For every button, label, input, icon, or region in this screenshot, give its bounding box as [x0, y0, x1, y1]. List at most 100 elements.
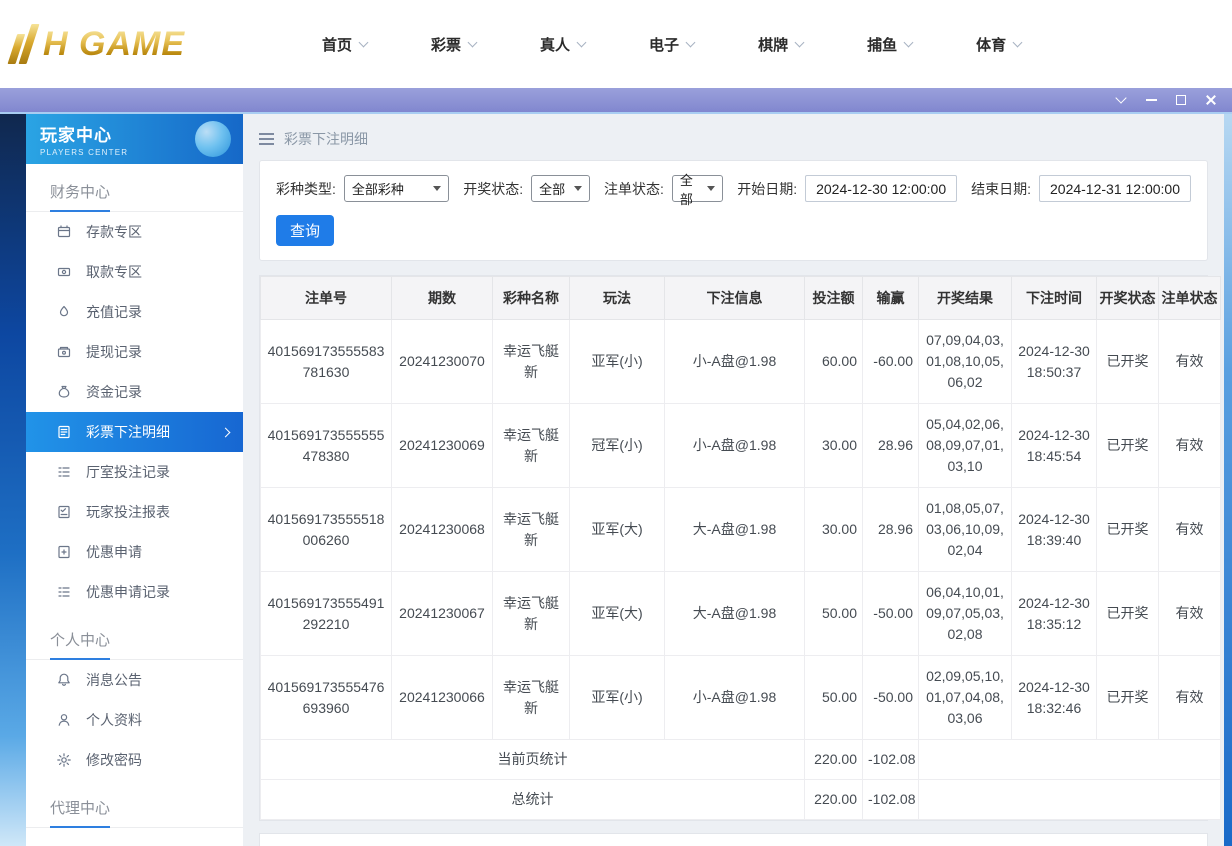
- sidebar-item-label: 资金记录: [86, 382, 142, 402]
- column-header: 玩法: [570, 277, 665, 320]
- nav-item-2[interactable]: 彩票: [431, 34, 476, 55]
- column-header: 开奖结果: [919, 277, 1012, 320]
- table-cell: 07,09,04,03,01,08,10,05,06,02: [919, 320, 1012, 404]
- table-cell: 亚军(小): [570, 656, 665, 740]
- sidebar-item-label: 充值记录: [86, 302, 142, 322]
- table-cell: 已开奖: [1097, 404, 1159, 488]
- query-button[interactable]: 查询: [276, 215, 334, 246]
- table-cell: 28.96: [863, 488, 919, 572]
- section-title-2: 个人中心: [26, 616, 243, 660]
- table-cell: -50.00: [863, 572, 919, 656]
- nav-item-4[interactable]: 电子: [649, 34, 694, 55]
- sidebar-item-hall-bet-records[interactable]: 厅室投注记录: [26, 452, 243, 492]
- lottery-type-select[interactable]: 全部彩种: [344, 175, 449, 202]
- table-cell: 幸运飞艇新: [493, 656, 570, 740]
- nav-item-7[interactable]: 体育: [976, 34, 1021, 55]
- table-cell: 30.00: [805, 404, 863, 488]
- breadcrumb: 彩票下注明细: [259, 126, 1208, 152]
- sidebar-item-funds-records[interactable]: 资金记录: [26, 372, 243, 412]
- nav-item-label: 棋牌: [758, 34, 788, 55]
- table-cell: 06,04,10,01,09,07,05,03,02,08: [919, 572, 1012, 656]
- sidebar-item-cashout-records[interactable]: 提现记录: [26, 332, 243, 372]
- table-cell: 20241230068: [392, 488, 493, 572]
- sidebar-item-recharge-records[interactable]: 充值记录: [26, 292, 243, 332]
- sidebar-item-lottery-bet-details[interactable]: 彩票下注明细: [26, 412, 243, 452]
- sidebar-item-deposit[interactable]: 存款专区: [26, 212, 243, 252]
- nav-item-6[interactable]: 捕鱼: [867, 34, 912, 55]
- table-cell: 幸运飞艇新: [493, 404, 570, 488]
- nav-item-label: 首页: [322, 34, 352, 55]
- order-status-select[interactable]: 全部: [672, 175, 723, 202]
- window-collapse-button[interactable]: [1106, 88, 1136, 112]
- table-cell: 亚军(大): [570, 488, 665, 572]
- sidebar-item-profile[interactable]: 个人资料: [26, 700, 243, 740]
- column-header: 下注信息: [665, 277, 805, 320]
- table-cell: 小-A盘@1.98: [665, 656, 805, 740]
- nav-item-label: 彩票: [431, 34, 461, 55]
- summary-bet-total: 220.00: [805, 780, 863, 820]
- table-cell: 401569173555555478380: [261, 404, 392, 488]
- close-icon: [1205, 94, 1217, 106]
- logo[interactable]: H GAME: [10, 24, 278, 64]
- table-cell: 亚军(小): [570, 320, 665, 404]
- table-cell: 2024-12-30 18:45:54: [1012, 404, 1097, 488]
- table-header-row: 注单号期数彩种名称玩法下注信息投注额输赢开奖结果下注时间开奖状态注单状态: [261, 277, 1221, 320]
- nav-item-1[interactable]: 首页: [322, 34, 367, 55]
- table-cell: 401569173555476693960: [261, 656, 392, 740]
- sidebar-item-label: 厅室投注记录: [86, 462, 170, 482]
- table-cell: -60.00: [863, 320, 919, 404]
- summary-label: 总统计: [261, 780, 805, 820]
- chevron-down-icon: [1115, 92, 1126, 103]
- sidebar-item-change-password[interactable]: 修改密码: [26, 740, 243, 780]
- chevron-down-icon: [433, 186, 441, 191]
- lottery-bets-icon: [56, 424, 72, 440]
- section-title-label: 个人中心: [50, 632, 110, 649]
- column-header: 期数: [392, 277, 493, 320]
- table-row: 40156917355551800626020241230068幸运飞艇新亚军(…: [261, 488, 1221, 572]
- bets-table-card: 注单号期数彩种名称玩法下注信息投注额输赢开奖结果下注时间开奖状态注单状态4015…: [259, 275, 1208, 821]
- window-close-button[interactable]: [1196, 88, 1226, 112]
- current-page-summary-row: 当前页统计220.00-102.08: [261, 740, 1221, 780]
- chevron-down-icon: [686, 37, 696, 47]
- sidebar-item-label: 彩票下注明细: [86, 422, 170, 442]
- scrollbar[interactable]: [1224, 114, 1232, 846]
- table-cell: 2024-12-30 18:50:37: [1012, 320, 1097, 404]
- table-cell: 已开奖: [1097, 320, 1159, 404]
- total-summary-row: 总统计220.00-102.08: [261, 780, 1221, 820]
- nav-item-3[interactable]: 真人: [540, 34, 585, 55]
- draw-status-select[interactable]: 全部: [531, 175, 590, 202]
- sidebar-item-player-bet-report[interactable]: 玩家投注报表: [26, 492, 243, 532]
- sidebar-item-withdraw[interactable]: 取款专区: [26, 252, 243, 292]
- filter-panel: 彩种类型: 全部彩种 开奖状态: 全部 注单状态: 全部 开始日期: 结束日期:: [259, 160, 1208, 261]
- sidebar-item-messages[interactable]: 消息公告: [26, 660, 243, 700]
- summary-empty-cell: [919, 740, 1221, 780]
- table-cell: 401569173555583781630: [261, 320, 392, 404]
- start-date-input[interactable]: [805, 175, 957, 202]
- table-cell: 已开奖: [1097, 572, 1159, 656]
- table-row: 40156917355555547838020241230069幸运飞艇新冠军(…: [261, 404, 1221, 488]
- table-cell: 有效: [1159, 404, 1221, 488]
- section-title-1: 财务中心: [26, 168, 243, 212]
- sidebar-item-promo-apply-records[interactable]: 优惠申请记录: [26, 572, 243, 612]
- sidebar-item-promo-apply[interactable]: 优惠申请: [26, 532, 243, 572]
- window-maximize-button[interactable]: [1166, 88, 1196, 112]
- summary-winloss-total: -102.08: [863, 740, 919, 780]
- chevron-down-icon: [904, 37, 914, 47]
- nav-item-label: 体育: [976, 34, 1006, 55]
- chevron-down-icon: [577, 37, 587, 47]
- main-content: 彩票下注明细 彩种类型: 全部彩种 开奖状态: 全部 注单状态: 全部: [243, 114, 1224, 846]
- window-titlebar[interactable]: [0, 88, 1232, 112]
- sidebar-title: 玩家中心: [40, 121, 128, 146]
- sidebar-item-label: 优惠申请: [86, 542, 142, 562]
- sidebar-menu: 财务中心存款专区取款专区充值记录提现记录资金记录彩票下注明细厅室投注记录玩家投注…: [26, 164, 243, 828]
- nav-item-5[interactable]: 棋牌: [758, 34, 803, 55]
- end-date-input[interactable]: [1039, 175, 1191, 202]
- window-body: 玩家中心 PLAYERS CENTER 财务中心存款专区取款专区充值记录提现记录…: [0, 112, 1232, 846]
- table-cell: 冠军(小): [570, 404, 665, 488]
- table-cell: 50.00: [805, 656, 863, 740]
- chevron-down-icon: [1013, 37, 1023, 47]
- menu-icon[interactable]: [259, 133, 274, 145]
- column-header: 彩种名称: [493, 277, 570, 320]
- window-minimize-button[interactable]: [1136, 88, 1166, 112]
- left-edge-strip: [0, 114, 26, 846]
